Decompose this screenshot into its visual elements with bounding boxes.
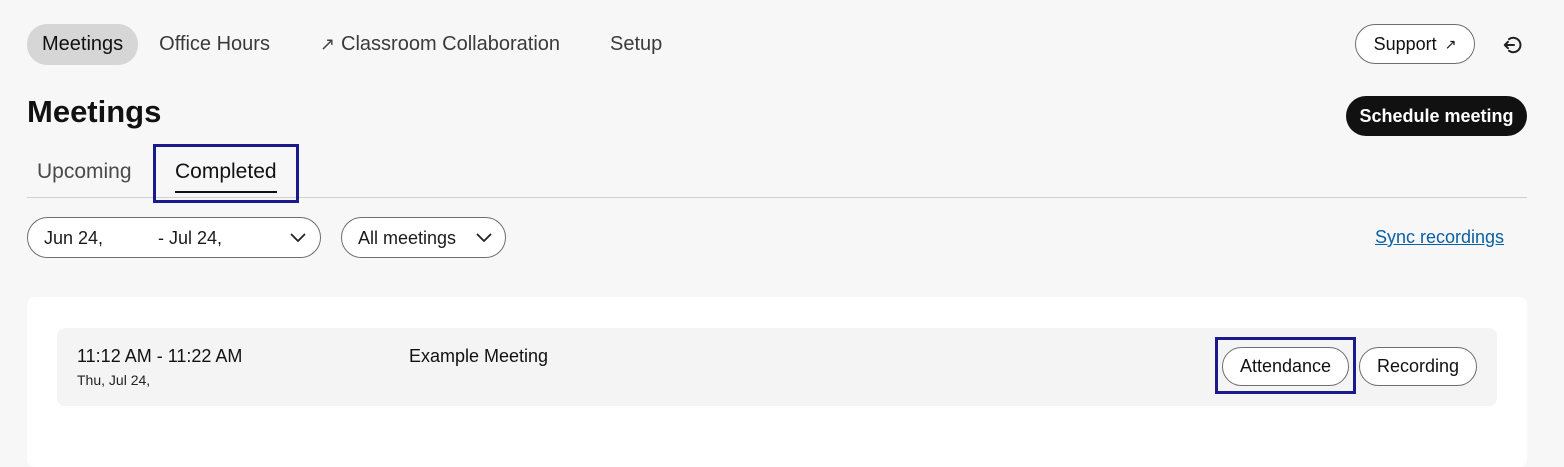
attendance-button-highlight: [1215, 337, 1356, 394]
sign-out-icon[interactable]: [1500, 33, 1524, 57]
sync-recordings-link[interactable]: Sync recordings: [1375, 227, 1504, 248]
meeting-date: Thu, Jul 24,: [77, 372, 151, 388]
recording-button[interactable]: Recording: [1359, 347, 1477, 386]
date-range-filter[interactable]: Jun 24, - Jul 24,: [27, 217, 321, 258]
chevron-down-icon: [476, 233, 492, 242]
date-range-end: - Jul 24,: [158, 228, 223, 248]
support-button[interactable]: Support ↗: [1355, 24, 1475, 64]
completed-tab-highlight: [153, 144, 299, 203]
schedule-meeting-button[interactable]: Schedule meeting: [1346, 96, 1527, 136]
page-title: Meetings: [27, 94, 162, 129]
chevron-down-icon: [290, 233, 306, 242]
nav-office-hours[interactable]: Office Hours: [144, 24, 285, 65]
nav-classroom-collaboration[interactable]: ↗ Classroom Collaboration: [305, 24, 575, 65]
tab-upcoming[interactable]: Upcoming: [37, 160, 132, 184]
meeting-time: 11:12 AM - 11:22 AM: [77, 346, 243, 366]
external-link-icon: ↗: [319, 33, 336, 54]
top-nav: Meetings Office Hours ↗ Classroom Collab…: [27, 23, 683, 65]
external-link-icon: ↗: [1444, 35, 1457, 52]
date-range-start: Jun 24,: [44, 228, 104, 248]
nav-meetings[interactable]: Meetings: [27, 23, 139, 65]
meetings-type-filter[interactable]: All meetings: [341, 217, 506, 258]
meetings-type-filter-label: All meetings: [358, 228, 457, 248]
nav-classroom-collaboration-label: Classroom Collaboration: [341, 32, 561, 55]
meeting-title: Example Meeting: [409, 346, 549, 366]
support-label: Support: [1373, 33, 1437, 54]
nav-setup[interactable]: Setup: [595, 24, 677, 65]
